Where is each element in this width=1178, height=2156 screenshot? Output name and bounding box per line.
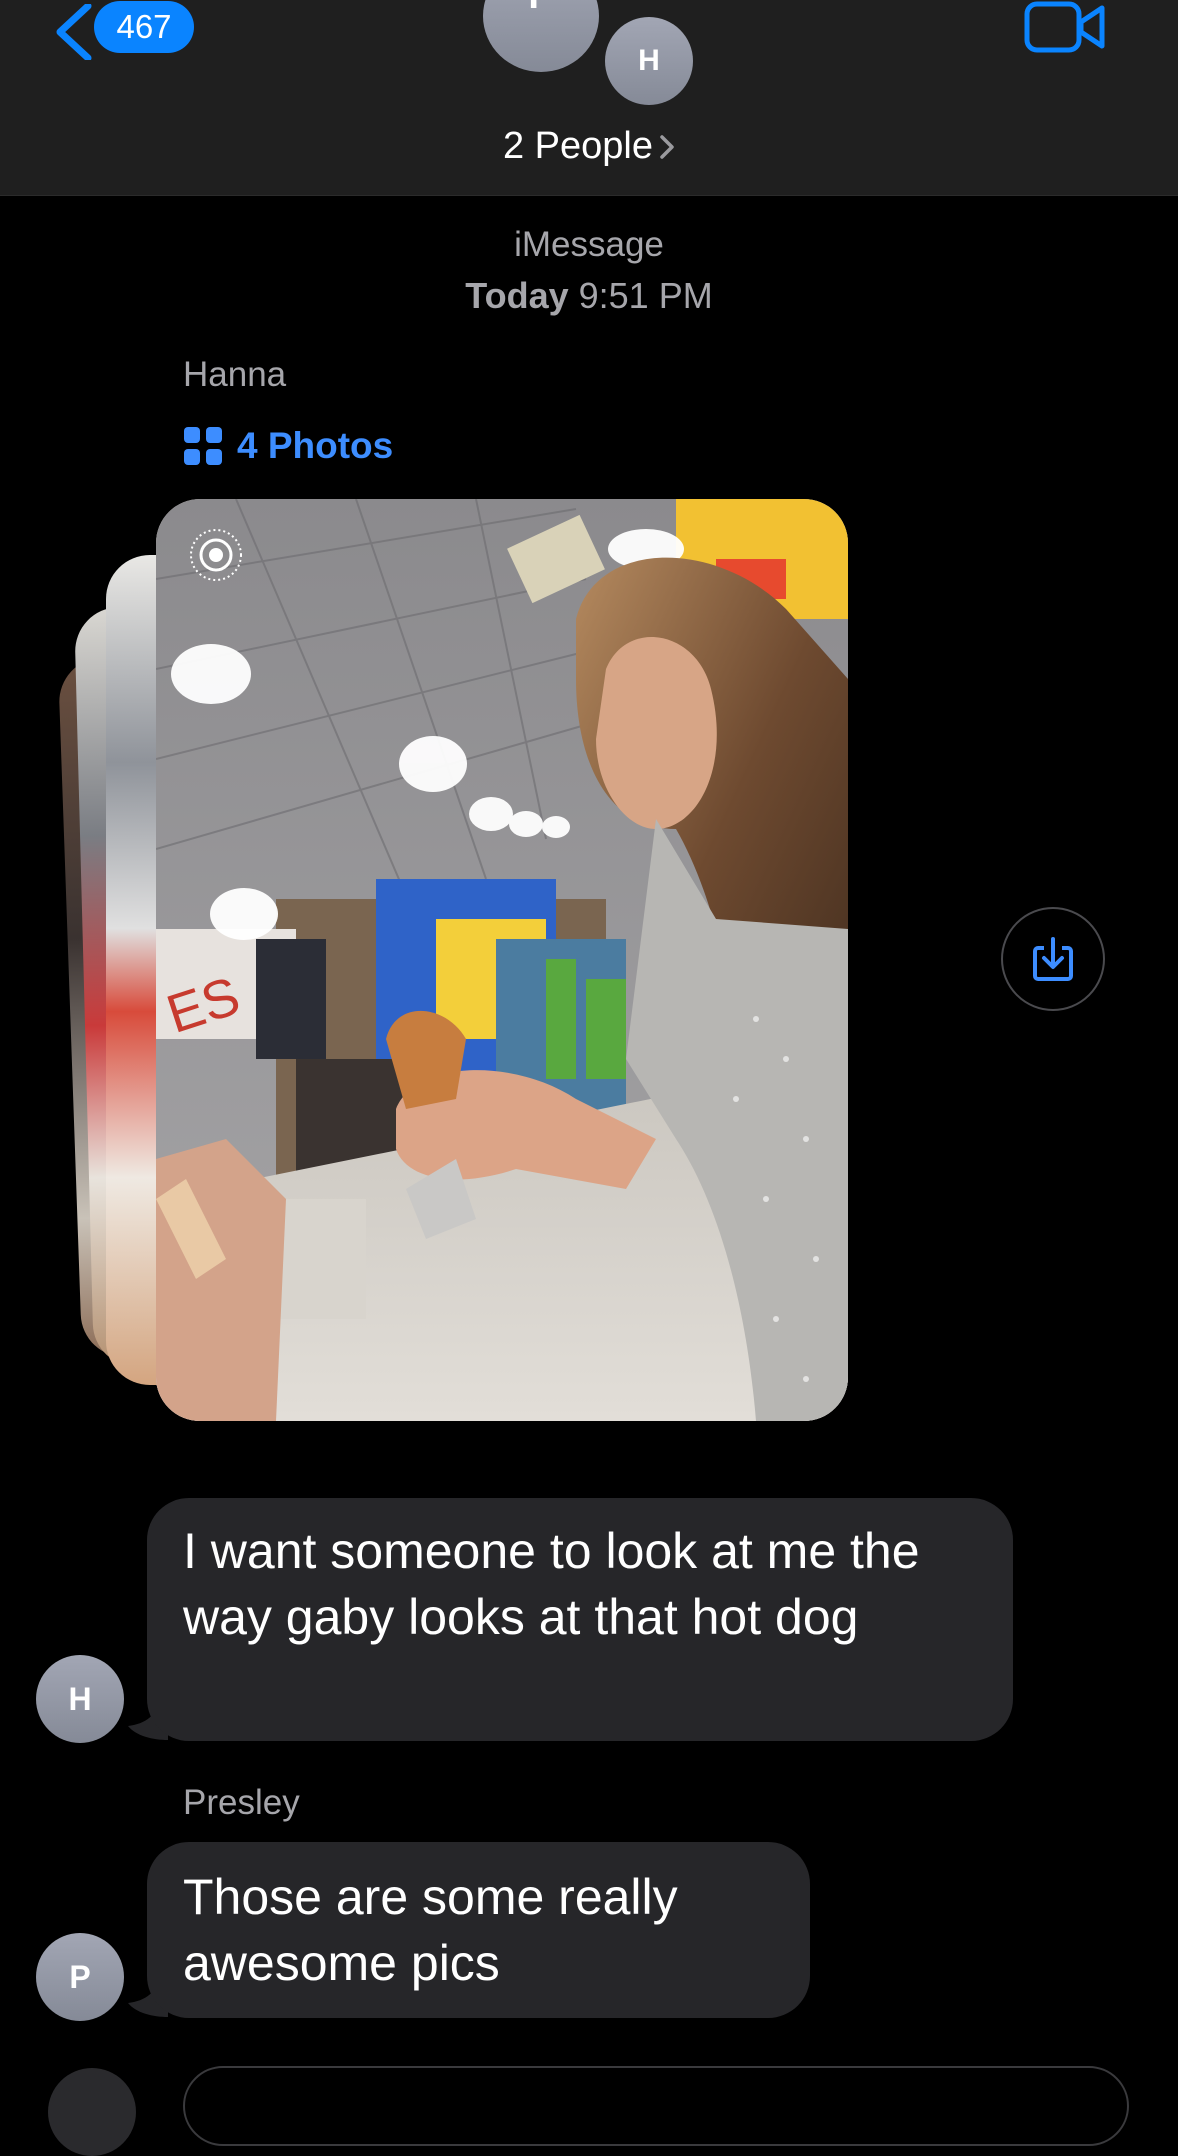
avatar-initial: H	[68, 1681, 92, 1717]
unread-count-badge[interactable]: 467	[94, 1, 194, 53]
avatar-initial: P	[528, 0, 553, 17]
download-icon	[1033, 937, 1073, 981]
sender-name: Presley	[183, 1783, 300, 1822]
photo-stack[interactable]: ES	[57, 495, 860, 1430]
photo-scene: ES	[156, 499, 848, 1421]
save-photo-button[interactable]	[1001, 907, 1105, 1011]
message-bubble[interactable]: I want someone to look at me the way gab…	[147, 1498, 1013, 1741]
chevron-left-icon[interactable]	[48, 4, 100, 60]
people-label: 2 People	[502, 125, 653, 167]
photos-link[interactable]: 4 Photos	[184, 422, 393, 470]
avatar[interactable]: H	[605, 17, 693, 105]
service-label: iMessage	[514, 225, 664, 264]
conversation-header: 467 P H 2 People	[0, 0, 1178, 196]
avatar[interactable]: P	[36, 1933, 124, 2021]
photo[interactable]: ES	[156, 499, 848, 1421]
timestamp-time: 9:51 PM	[578, 275, 713, 316]
video-camera-icon[interactable]	[1024, 0, 1106, 56]
avatar[interactable]	[48, 2068, 136, 2156]
sender-name: Hanna	[183, 355, 287, 394]
avatar-initial: H	[638, 44, 660, 77]
timestamp: Today 9:51 PM	[0, 275, 1178, 317]
message-text: I want someone to look at me the way gab…	[183, 1523, 920, 1645]
chevron-right-icon	[660, 135, 674, 159]
message-input[interactable]	[183, 2066, 1129, 2146]
avatar[interactable]: H	[36, 1655, 124, 1743]
group-details-button[interactable]: 2 People	[0, 118, 1178, 174]
avatar[interactable]: P	[483, 0, 599, 72]
live-photo-icon[interactable]	[188, 527, 244, 583]
photo-grid-icon	[184, 427, 222, 465]
avatar-initial: P	[69, 1959, 91, 1995]
message-bubble[interactable]: Those are some really awesome pics	[147, 1842, 810, 2018]
timestamp-day: Today	[465, 275, 569, 316]
photos-link-label: 4 Photos	[237, 425, 394, 466]
message-text: Those are some really awesome pics	[183, 1869, 678, 1991]
